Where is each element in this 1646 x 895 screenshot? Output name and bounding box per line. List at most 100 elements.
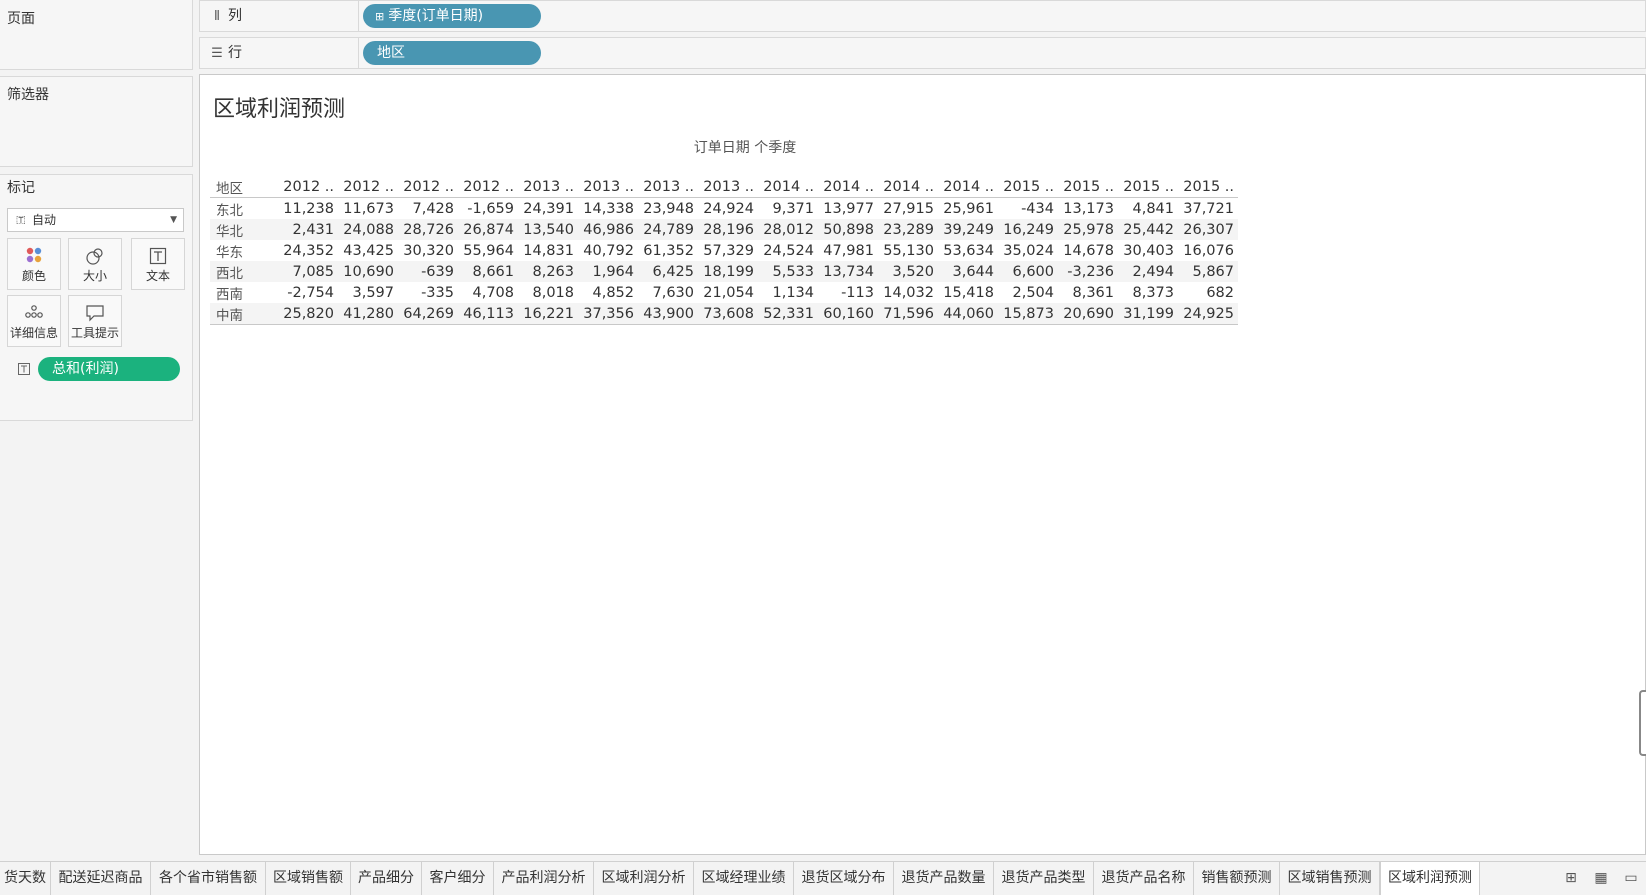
table-cell: 16,249 [998,219,1058,240]
marks-title: 标记 [7,180,35,196]
table-cell: 5,867 [1178,261,1238,282]
sheet-tab[interactable]: 客户细分 [422,862,494,895]
table-cell: 14,678 [1063,242,1114,259]
mark-type-dropdown[interactable]: 🇹 自动 ▼ [7,208,184,232]
text-icon [132,239,184,267]
table-cell: 27,915 [883,200,934,217]
sheet-tab[interactable]: 销售额预测 [1194,862,1280,895]
tooltip-button[interactable]: 工具提示 [68,295,122,347]
size-icon [69,239,121,267]
new-story-icon[interactable]: ▭ [1616,862,1646,895]
columns-shelf[interactable]: ⦀ 列 ⊞ 季度(订单日期) [199,0,1646,32]
table-row: 东北 11,238 11,673 7,428 -1,659 24,391 14,338 23,… [210,198,1238,220]
table-cell: 26,874 [458,219,518,240]
table-cell: 7,085 [278,261,338,282]
detail-icon [8,296,60,324]
column-header: 2013 .. [638,176,698,198]
table-cell: 1,134 [772,284,814,301]
table-cell: 14,831 [523,242,574,259]
text-button[interactable]: 文本 [131,238,185,290]
table-row: 中南 25,820 41,280 64,269 46,113 16,221 37,356 43… [210,303,1238,325]
sheet-tab[interactable]: 货天数 [0,862,51,895]
row-header: 地区 [210,176,278,198]
table-cell: 3,644 [938,261,998,282]
table-cell: 43,900 [638,303,698,325]
table-cell: 2,504 [1012,284,1054,301]
sheet-tab[interactable]: 区域销售预测 [1280,862,1380,895]
header-row: 地区 2012 .. 2012 .. 2012 .. 2012 .. 2013 .. 20… [210,176,1238,198]
table-cell: -335 [421,284,454,301]
rows-shelf[interactable]: ☰ 行 地区 [199,37,1646,69]
table-cell: 8,661 [458,261,518,282]
column-header: 2013 .. [578,176,638,198]
table-cell: 8,263 [518,261,578,282]
column-header: 2014 .. [938,176,998,198]
table-row: 西南 -2,754 3,597 -335 4,708 8,018 4,852 7,630 21,… [210,282,1238,303]
table-cell: -3,236 [1058,261,1118,282]
table-cell: 55,130 [883,242,934,259]
table-cell: 7,630 [652,284,694,301]
row-label: 华东 [216,244,243,261]
sheet-tab[interactable]: 退货产品名称 [1094,862,1194,895]
table-cell: 14,338 [583,200,634,217]
table-cell: 37,356 [578,303,638,325]
sheet-tab[interactable]: 区域利润预测 [1380,862,1480,895]
table-cell: 9,371 [772,200,814,217]
table-cell: 682 [1206,284,1234,301]
detail-button[interactable]: 详细信息 [7,295,61,347]
detail-label: 详细信息 [9,326,58,340]
sheet-tab[interactable]: 退货区域分布 [794,862,894,895]
tooltip-icon [69,296,121,324]
table-cell: 25,978 [1058,219,1118,240]
quarter-order-date-pill[interactable]: ⊞ 季度(订单日期) [363,4,541,28]
color-button[interactable]: 颜色 [7,238,61,290]
scroll-grip[interactable] [1639,690,1646,756]
sheet-tab[interactable]: 产品细分 [351,862,422,895]
table-cell: 60,160 [818,303,878,325]
table-cell: 15,418 [943,284,994,301]
table-cell: 53,634 [943,242,994,259]
sheet-tab[interactable]: 产品利润分析 [494,862,594,895]
sum-profit-pill[interactable]: 总和(利润) [38,357,180,381]
table-cell: 46,986 [578,219,638,240]
table-cell: 21,054 [703,284,754,301]
filters-card[interactable]: 筛选器 [0,76,193,167]
table-cell: 61,352 [643,242,694,259]
sheet-tab[interactable]: 配送延迟商品 [51,862,151,895]
expand-icon: ⊞ [375,10,385,23]
sheet-tab[interactable]: 区域利润分析 [594,862,694,895]
table-cell: 41,280 [338,303,398,325]
table-cell: 57,329 [703,242,754,259]
sheet-tab[interactable]: 退货产品类型 [994,862,1094,895]
table-cell: 24,088 [338,219,398,240]
region-pill[interactable]: 地区 [363,41,541,65]
table-cell: 25,442 [1118,219,1178,240]
table-cell: 47,981 [823,242,874,259]
rows-icon: ☰ [211,46,223,61]
table-cell: 3,597 [352,284,394,301]
table-cell: -639 [398,261,458,282]
sheet-tab[interactable]: 区域经理业绩 [694,862,794,895]
sheet-tab[interactable]: 各个省市销售额 [151,862,266,895]
column-header: 2015 .. [1058,176,1118,198]
table-cell: 13,977 [823,200,874,217]
table-cell: 26,307 [1178,219,1238,240]
columns-shelf-label: ⦀ 列 [200,1,359,31]
table-cell: 23,289 [878,219,938,240]
table-cell: 31,199 [1118,303,1178,325]
table-cell: 64,269 [398,303,458,325]
table-cell: 14,032 [883,284,934,301]
sheet-tab-bar: 货天数 配送延迟商品 各个省市销售额 区域销售额 产品细分 客户细分 产品利润分析 区域利润分… [0,861,1646,895]
table-cell: 46,113 [458,303,518,325]
table-cell: 8,361 [1072,284,1114,301]
pages-card[interactable]: 页面 [0,0,193,70]
new-dashboard-icon[interactable]: ▦ [1586,862,1616,895]
table-cell: 52,331 [758,303,818,325]
size-button[interactable]: 大小 [68,238,122,290]
new-worksheet-icon[interactable]: ⊞ [1556,862,1586,895]
table-cell: 16,221 [518,303,578,325]
sheet-tab[interactable]: 退货产品数量 [894,862,994,895]
sheet-tab[interactable]: 区域销售额 [266,862,351,895]
table-cell: 2,494 [1118,261,1178,282]
worksheet-view[interactable]: 区域利润预测 订单日期 个季度 地区 2012 .. 2012 .. 2012 ..… [199,74,1646,855]
